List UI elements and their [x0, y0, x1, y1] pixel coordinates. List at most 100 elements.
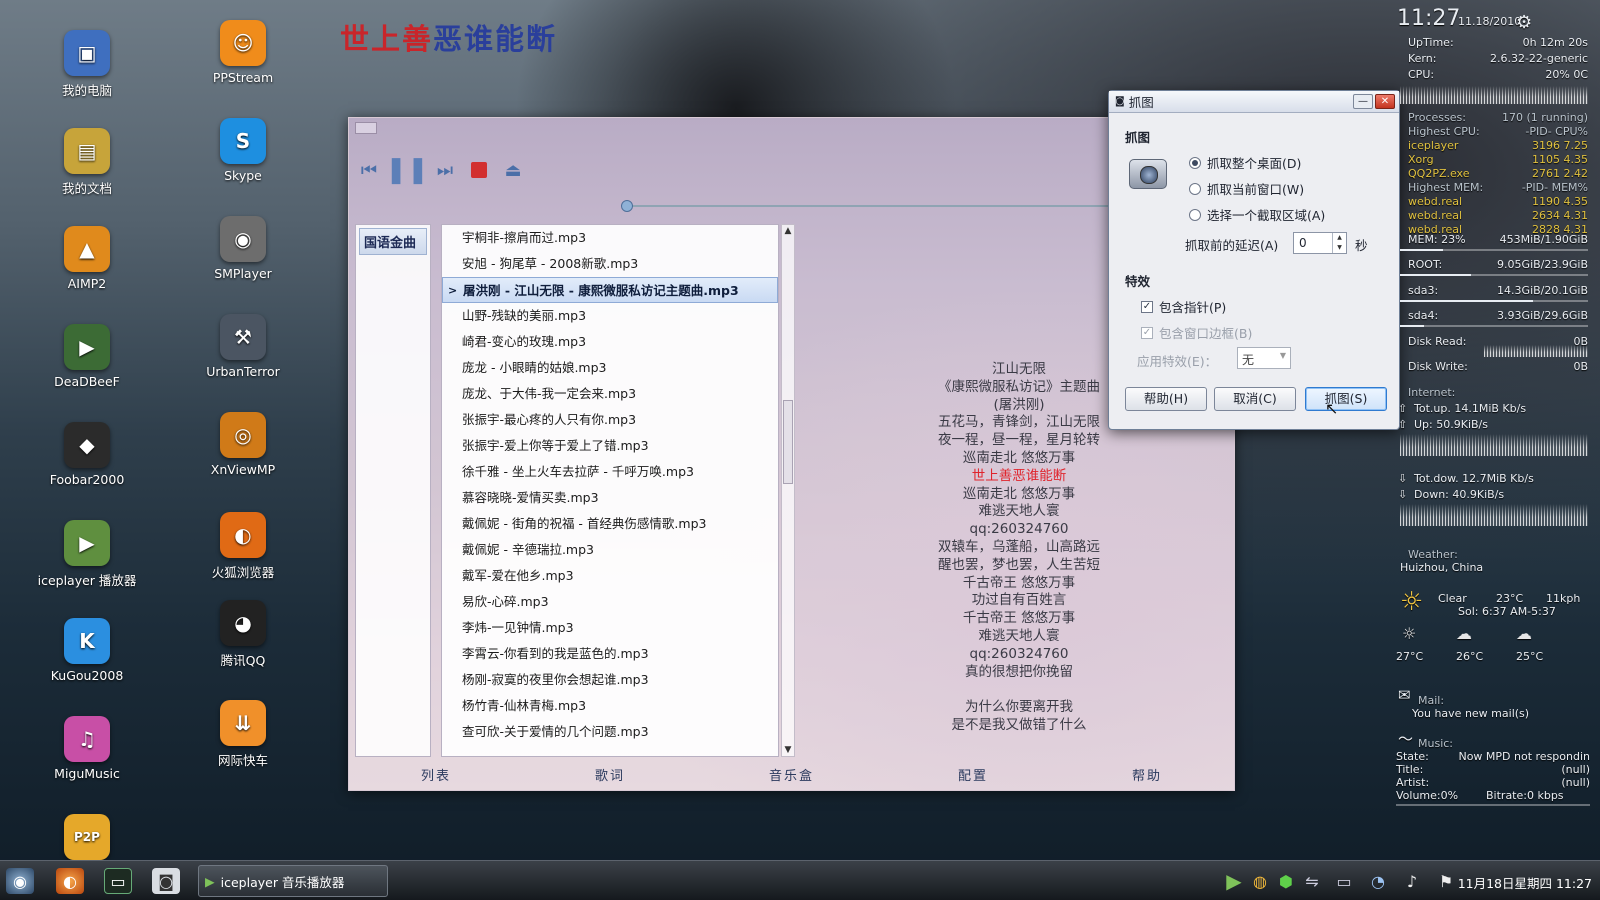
radio-current-window[interactable] [1189, 182, 1201, 195]
screenshot-icon[interactable]: ◙ [152, 868, 180, 894]
tray-monitor-icon[interactable]: ▭ [1330, 868, 1358, 894]
include-pointer-checkbox[interactable]: ✓ [1141, 300, 1153, 313]
next-icon[interactable]: ⏭ [433, 158, 457, 182]
include-border-label: 包含窗口边框(B) [1159, 326, 1253, 341]
playlist-item[interactable]: 宇桐非-擦肩而过.mp3 [442, 225, 778, 251]
desktop-icon[interactable]: ▶ DeaDBeeF [32, 324, 142, 389]
terminal-icon[interactable]: ▭ [104, 868, 132, 894]
highest-mem-row: Highest MEM: -PID- MEM% [1408, 181, 1588, 194]
title-label: Title: [1396, 763, 1424, 776]
disk-write-value: 0B [1573, 360, 1588, 373]
player-tab[interactable]: 列表 [421, 765, 451, 784]
desktop-icon[interactable]: ▶ iceplayer 播放器 [32, 520, 142, 589]
radio-select-area[interactable] [1189, 208, 1201, 221]
desktop-icon[interactable]: ▲ AIMP2 [32, 226, 142, 291]
app-icon: S [220, 118, 266, 164]
camera-large-icon [1129, 159, 1167, 189]
taskbar-clock[interactable]: 11月18日星期四 11:27 [1458, 873, 1592, 892]
minimize-button[interactable] [355, 122, 377, 134]
dialog-close-button[interactable]: ✕ [1375, 94, 1395, 109]
include-pointer-option[interactable]: ✓ 包含指针(P) [1141, 297, 1226, 316]
lyric-line-current: 世上善恶谁能断 [971, 467, 1067, 484]
radio-whole-desktop[interactable] [1189, 156, 1201, 169]
desktop-icon[interactable]: ◕ 腾讯QQ [188, 600, 298, 669]
playlist-item[interactable]: 戴佩妮 - 街角的祝福 - 首经典伤感情歌.mp3 [442, 511, 778, 537]
spinner-arrows-icon[interactable]: ▲ ▼ [1332, 233, 1346, 253]
app-icon: ◎ [220, 412, 266, 458]
firefox-icon[interactable]: ◐ [56, 868, 84, 894]
playlist-item[interactable]: 张振宇-爱上你等于爱上了错.mp3 [442, 433, 778, 459]
cancel-button[interactable]: 取消(C) [1214, 387, 1296, 411]
tray-player-icon[interactable]: ▶ [1220, 868, 1248, 894]
playlist-item[interactable]: 庞龙 - 小眼睛的姑娘.mp3 [442, 355, 778, 381]
task-iceplayer[interactable]: ▶ iceplayer 音乐播放器 [198, 865, 388, 897]
tray-update-icon[interactable]: ◔ [1364, 868, 1392, 894]
weather-temp: 23°C [1496, 592, 1524, 605]
scroll-up-icon[interactable]: ▲ [782, 226, 794, 236]
tray-chrome-icon[interactable]: ◍ [1246, 868, 1274, 894]
conky-time: 11:27 [1397, 6, 1461, 31]
scroll-down-icon[interactable]: ▼ [782, 745, 794, 755]
screenshot-dialog: ◙ 抓图 — ✕ 抓图 抓取整个桌面(D) 抓取当前窗口(W) 选择一个截取区域… [1108, 90, 1400, 430]
capture-button[interactable]: 抓图(S) [1305, 387, 1387, 411]
desktop-icon[interactable]: ♫ MiguMusic [32, 716, 142, 781]
playlist-item[interactable]: 张振宇-最心疼的人只有你.mp3 [442, 407, 778, 433]
playlist-item[interactable]: 杨竹青-仙林青梅.mp3 [442, 693, 778, 719]
option-whole-desktop[interactable]: 抓取整个桌面(D) [1189, 153, 1301, 172]
desktop-icon[interactable]: ▤ 我的文档 [32, 128, 142, 197]
desktop-icon[interactable]: K KuGou2008 [32, 618, 142, 683]
playlist-item[interactable]: 崎君-变心的玫瑰.mp3 [442, 329, 778, 355]
bitrate-row: Bitrate:0 kbps [1486, 789, 1564, 802]
category-item[interactable]: 国语金曲 [359, 228, 427, 255]
option-current-window[interactable]: 抓取当前窗口(W) [1189, 179, 1304, 198]
desktop-icon[interactable]: ◐ 火狐浏览器 [188, 512, 298, 581]
desktop-icon[interactable]: ▣ 我的电脑 [32, 30, 142, 99]
app-icon: ♫ [64, 716, 110, 762]
stop-icon[interactable] [471, 162, 487, 178]
start-menu-icon[interactable]: ◉ [6, 868, 34, 894]
player-tab[interactable]: 歌词 [595, 765, 625, 784]
cpu-label: CPU: [1408, 68, 1435, 81]
playlist-item[interactable]: 戴佩妮 - 辛德瑞拉.mp3 [442, 537, 778, 563]
open-file-icon[interactable]: ⏏ [501, 158, 525, 182]
playlist-item[interactable]: 李霄云-你看到的我是蓝色的.mp3 [442, 641, 778, 667]
playlist-item-label: 庞龙、于大伟-我一定会来.mp3 [462, 386, 637, 401]
desktop-icon[interactable]: S Skype [188, 118, 298, 183]
desktop-icon[interactable]: ⇊ 网际快车 [188, 700, 298, 769]
playlist-item[interactable]: 杨刚-寂寞的夜里你会想起谁.mp3 [442, 667, 778, 693]
previous-icon[interactable]: ⏮ [357, 158, 381, 182]
playlist-item[interactable]: 庞龙、于大伟-我一定会来.mp3 [442, 381, 778, 407]
desktop-icon[interactable]: ☺ PPStream [188, 20, 298, 85]
player-tab[interactable]: 帮助 [1132, 765, 1162, 784]
delay-spinner[interactable]: 0 ▲ ▼ [1293, 232, 1347, 254]
desktop-icon[interactable]: ◆ Foobar2000 [32, 422, 142, 487]
scroll-thumb[interactable] [783, 400, 793, 484]
playlist-item[interactable]: 李炜-一见钟情.mp3 [442, 615, 778, 641]
playlist-item[interactable]: 慕容晓晓-爱情买卖.mp3 [442, 485, 778, 511]
playlist-scrollbar[interactable]: ▲ ▼ [781, 224, 795, 757]
desktop-icon[interactable]: ◉ SMPlayer [188, 216, 298, 281]
playlist-item[interactable]: 安旭 - 狗尾草 - 2008新歌.mp3 [442, 251, 778, 277]
seek-handle[interactable] [621, 200, 633, 212]
pause-icon[interactable]: ❚❚ [385, 155, 429, 185]
playlist-item[interactable]: 戴军-爱在他乡.mp3 [442, 563, 778, 589]
volume-icon[interactable]: ♪ [1398, 868, 1426, 894]
uptime-row: UpTime: 0h 12m 20s [1408, 36, 1588, 49]
dialog-minimize-button[interactable]: — [1353, 94, 1373, 109]
process-value: 1105 4.35 [1532, 153, 1588, 166]
tray-network-icon[interactable]: ⇋ [1298, 868, 1326, 894]
playlist-item[interactable]: 山野-残缺的美丽.mp3 [442, 303, 778, 329]
tray-shield-icon[interactable]: ⬢ [1272, 868, 1300, 894]
playlist-item[interactable]: > 屠洪刚 - 江山无限 - 康熙微服私访记主题曲.mp3 [442, 277, 778, 303]
option-select-area[interactable]: 选择一个截取区域(A) [1189, 205, 1325, 224]
help-button[interactable]: 帮助(H) [1125, 387, 1207, 411]
player-tab[interactable]: 音乐盒 [769, 765, 814, 784]
desktop-icon[interactable]: ⚒ UrbanTerror [188, 314, 298, 379]
desktop-icon[interactable]: ◎ XnViewMP [188, 412, 298, 477]
player-tab[interactable]: 配置 [958, 765, 988, 784]
playlist-item[interactable]: 查可欣-关于爱情的几个问题.mp3 [442, 719, 778, 745]
playlist-item[interactable]: 徐千雅 - 坐上火车去拉萨 - 千呼万唤.mp3 [442, 459, 778, 485]
flag-icon[interactable]: ⚑ [1432, 868, 1460, 894]
capture-section-heading: 抓图 [1125, 130, 1151, 145]
playlist-item[interactable]: 易欣-心碎.mp3 [442, 589, 778, 615]
